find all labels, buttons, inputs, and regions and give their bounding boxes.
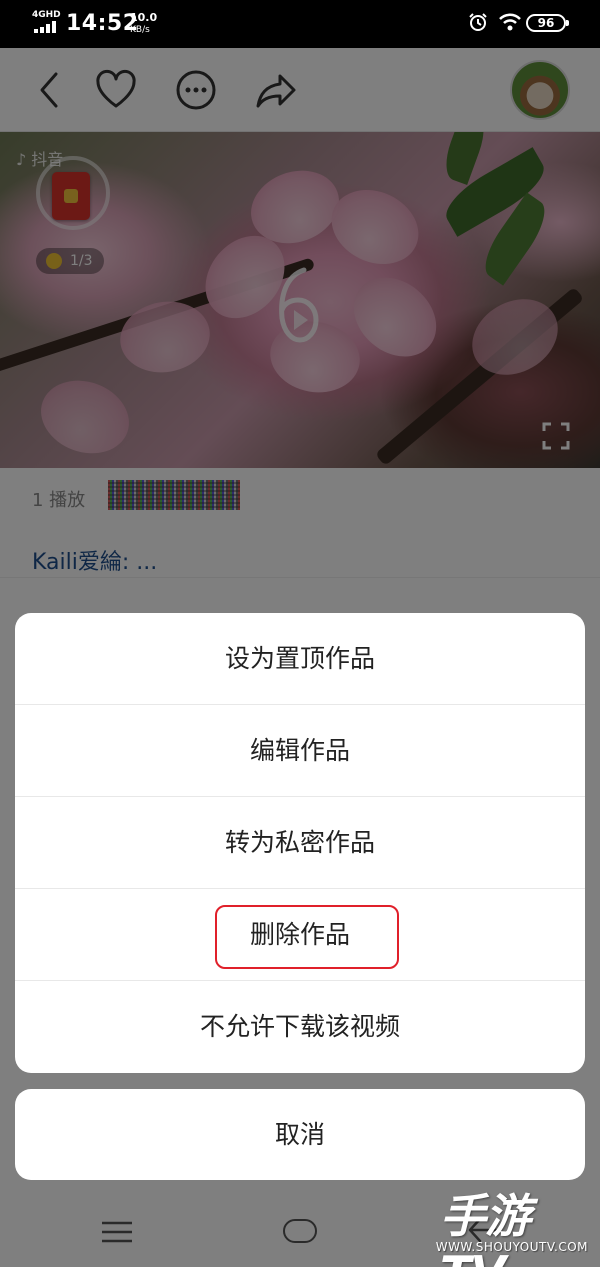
- signal-icon: [34, 21, 58, 33]
- wifi-icon: [499, 13, 521, 31]
- status-bar: 4GHD 14:52 10.0 KB/s 96: [0, 0, 600, 48]
- make-private-option[interactable]: 转为私密作品: [15, 797, 585, 889]
- speed-unit: KB/s: [130, 25, 150, 35]
- disallow-download-option[interactable]: 不允许下载该视频: [15, 981, 585, 1073]
- make-private-label: 转为私密作品: [224, 828, 375, 857]
- network-speed: 10.0 KB/s: [130, 12, 157, 36]
- speed-value: 10.0: [130, 11, 158, 24]
- network-type: 4GHD: [32, 10, 61, 20]
- delete-post-option[interactable]: 删除作品: [15, 889, 585, 981]
- battery-indicator: 96: [526, 14, 569, 32]
- edit-post-option[interactable]: 编辑作品: [15, 705, 585, 797]
- watermark-site: WWW.SHOUYOUTV.COM: [435, 1240, 588, 1254]
- pin-post-option[interactable]: 设为置顶作品: [15, 613, 585, 705]
- action-sheet: 设为置顶作品 编辑作品 转为私密作品 删除作品 不允许下载该视频: [15, 613, 585, 1073]
- site-watermark: 手游TV WWW.SHOUYOUTV.COM: [436, 1180, 592, 1267]
- menu-icon[interactable]: [102, 1221, 132, 1243]
- clock: 14:52: [66, 11, 139, 36]
- highlight-box: [215, 905, 399, 969]
- alarm-icon: [469, 13, 487, 31]
- home-icon[interactable]: [283, 1219, 317, 1243]
- disallow-download-label: 不允许下载该视频: [199, 1012, 400, 1041]
- edit-post-label: 编辑作品: [249, 736, 350, 765]
- pin-post-label: 设为置顶作品: [224, 644, 375, 673]
- cancel-button[interactable]: 取消: [15, 1089, 585, 1180]
